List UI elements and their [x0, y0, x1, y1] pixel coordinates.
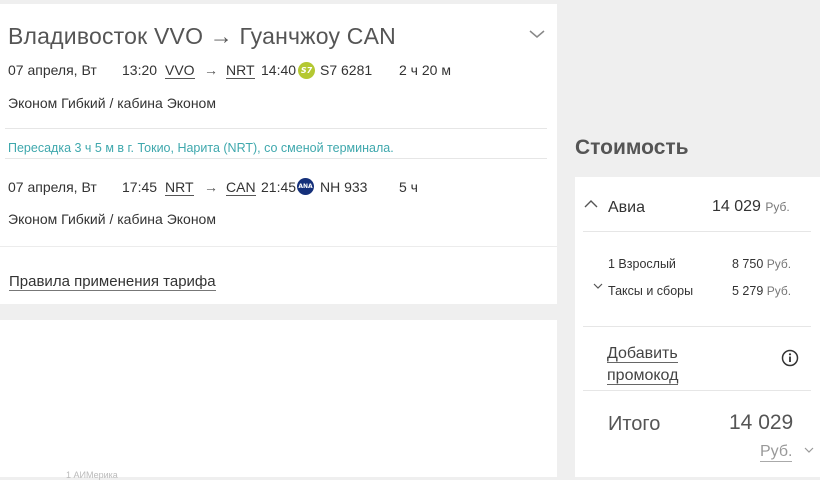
fare-rules-link[interactable]: Правила применения тарифа	[9, 273, 216, 291]
divider	[5, 158, 547, 159]
flight-duration: 5 ч	[399, 179, 418, 195]
chevron-down-icon[interactable]	[528, 28, 546, 40]
taxes-label[interactable]: Таксы и сборы	[608, 284, 693, 298]
air-price: 14 029 Руб.	[712, 198, 790, 216]
departure-airport[interactable]: VVO	[165, 62, 195, 79]
promo-line-2: промокод	[607, 367, 679, 385]
info-icon[interactable]	[781, 349, 799, 367]
route-title: Владивосток VVO → Гуанчжоу CAN	[8, 23, 396, 49]
total-currency-select[interactable]: Руб.	[760, 443, 793, 462]
chevron-down-icon[interactable]	[804, 447, 814, 454]
divider	[0, 246, 557, 247]
total-label: Итого	[608, 413, 661, 435]
air-cost-toggle[interactable]: Авиа 14 029 Руб.	[575, 177, 820, 231]
passenger-price: 8 750 Руб.	[732, 257, 791, 271]
transfer-notice: Пересадка 3 ч 5 м в г. Токио, Нарита (NR…	[8, 141, 394, 155]
cost-title: Стоимость	[575, 136, 689, 159]
segment-date: 07 апреля, Вт	[8, 62, 97, 78]
flight-duration: 2 ч 20 м	[399, 62, 451, 78]
secondary-card	[0, 320, 557, 477]
chevron-down-icon[interactable]	[593, 283, 603, 290]
route-arrow: →	[204, 62, 218, 78]
route-arrow: →	[204, 179, 218, 195]
arrival-airport[interactable]: CAN	[226, 179, 256, 196]
flight-number: NH 933	[320, 179, 368, 195]
promo-line-1: Добавить	[607, 345, 678, 363]
segment-date: 07 апреля, Вт	[8, 179, 97, 195]
passenger-label: 1 Взрослый	[608, 257, 676, 271]
divider	[5, 128, 547, 129]
divider	[583, 326, 811, 327]
currency-label: Руб.	[765, 200, 790, 214]
passenger-price-value: 8 750	[732, 257, 764, 271]
air-price-value: 14 029	[712, 198, 761, 215]
flight-details-card: Владивосток VVO → Гуанчжоу CAN 07 апреля…	[0, 4, 557, 304]
cost-card: Авиа 14 029 Руб. 1 Взрослый 8 750 Руб. Т…	[575, 177, 820, 477]
add-promo-code-link[interactable]: Добавить промокод	[607, 343, 679, 387]
departure-time: 13:20	[122, 62, 158, 78]
taxes-price: 5 279 Руб.	[732, 284, 791, 298]
total-value: 14 029	[729, 411, 794, 434]
divider	[583, 231, 811, 232]
departure-time: 17:45	[122, 179, 158, 195]
currency-label: Руб.	[766, 257, 792, 271]
s7-airlines-logo-icon: S7	[298, 62, 315, 79]
flight-number: S7 6281	[320, 62, 373, 78]
faint-footer-text: 1 АИМерика	[66, 470, 118, 480]
air-label: Авиа	[608, 199, 646, 216]
fare-class: Эконом Гибкий / кабина Эконом	[8, 211, 216, 227]
taxes-price-value: 5 279	[732, 284, 764, 298]
ana-logo-icon: ANA	[297, 178, 314, 195]
fare-class: Эконом Гибкий / кабина Эконом	[8, 95, 216, 111]
chevron-up-icon	[584, 200, 598, 208]
divider	[583, 390, 811, 391]
arrival-time: 14:40	[261, 62, 297, 78]
departure-airport[interactable]: NRT	[165, 179, 194, 196]
arrival-airport[interactable]: NRT	[226, 62, 255, 79]
arrival-time: 21:45	[261, 179, 297, 195]
currency-label: Руб.	[766, 284, 792, 298]
